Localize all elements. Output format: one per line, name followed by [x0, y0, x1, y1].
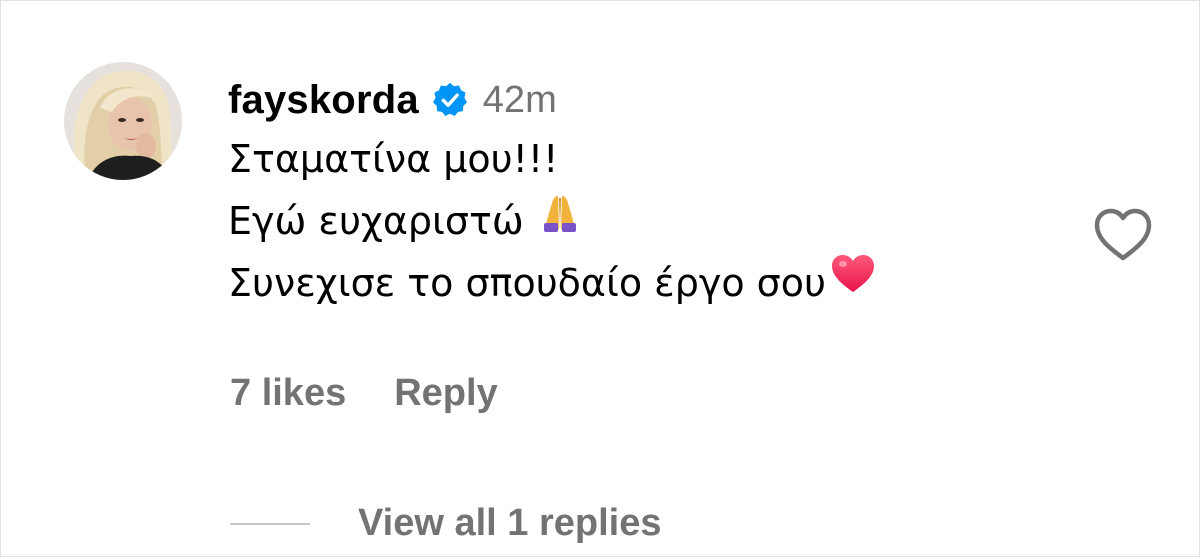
view-replies-button[interactable]: View all 1 replies — [358, 502, 661, 545]
comment-body: fayskorda 42m Σταματίνα μου!!! Εγώ ευχαρ… — [228, 72, 1058, 314]
username-link[interactable]: fayskorda — [228, 78, 419, 123]
replies-divider — [230, 522, 310, 525]
comment-text-line: Συνεχισε το σπουδαίο έργο σου — [228, 252, 1058, 314]
comment-header: fayskorda 42m — [228, 72, 1058, 128]
avatar[interactable] — [64, 62, 182, 180]
comment-actions: 7 likes Reply — [230, 372, 498, 415]
folded-hands-emoji — [538, 190, 582, 252]
verified-badge-icon — [431, 81, 469, 119]
comment-text-line: Εγώ ευχαριστώ — [228, 190, 1058, 252]
comment-text-line: Σταματίνα μου!!! — [228, 128, 1058, 190]
comment-timestamp[interactable]: 42m — [483, 79, 557, 122]
profile-photo — [64, 62, 182, 180]
reply-button[interactable]: Reply — [394, 372, 497, 415]
comment-line-2: Εγώ ευχαριστώ — [228, 199, 524, 243]
likes-count[interactable]: 7 likes — [230, 372, 346, 415]
like-button[interactable] — [1092, 206, 1154, 264]
heart-outline-icon — [1094, 208, 1152, 261]
red-heart-emoji — [830, 252, 876, 314]
comment-line-3: Συνεχισε το σπουδαίο έργο σου — [228, 261, 826, 305]
comment-line-1: Σταματίνα μου!!! — [228, 137, 559, 181]
view-replies-row[interactable]: View all 1 replies — [230, 502, 661, 545]
